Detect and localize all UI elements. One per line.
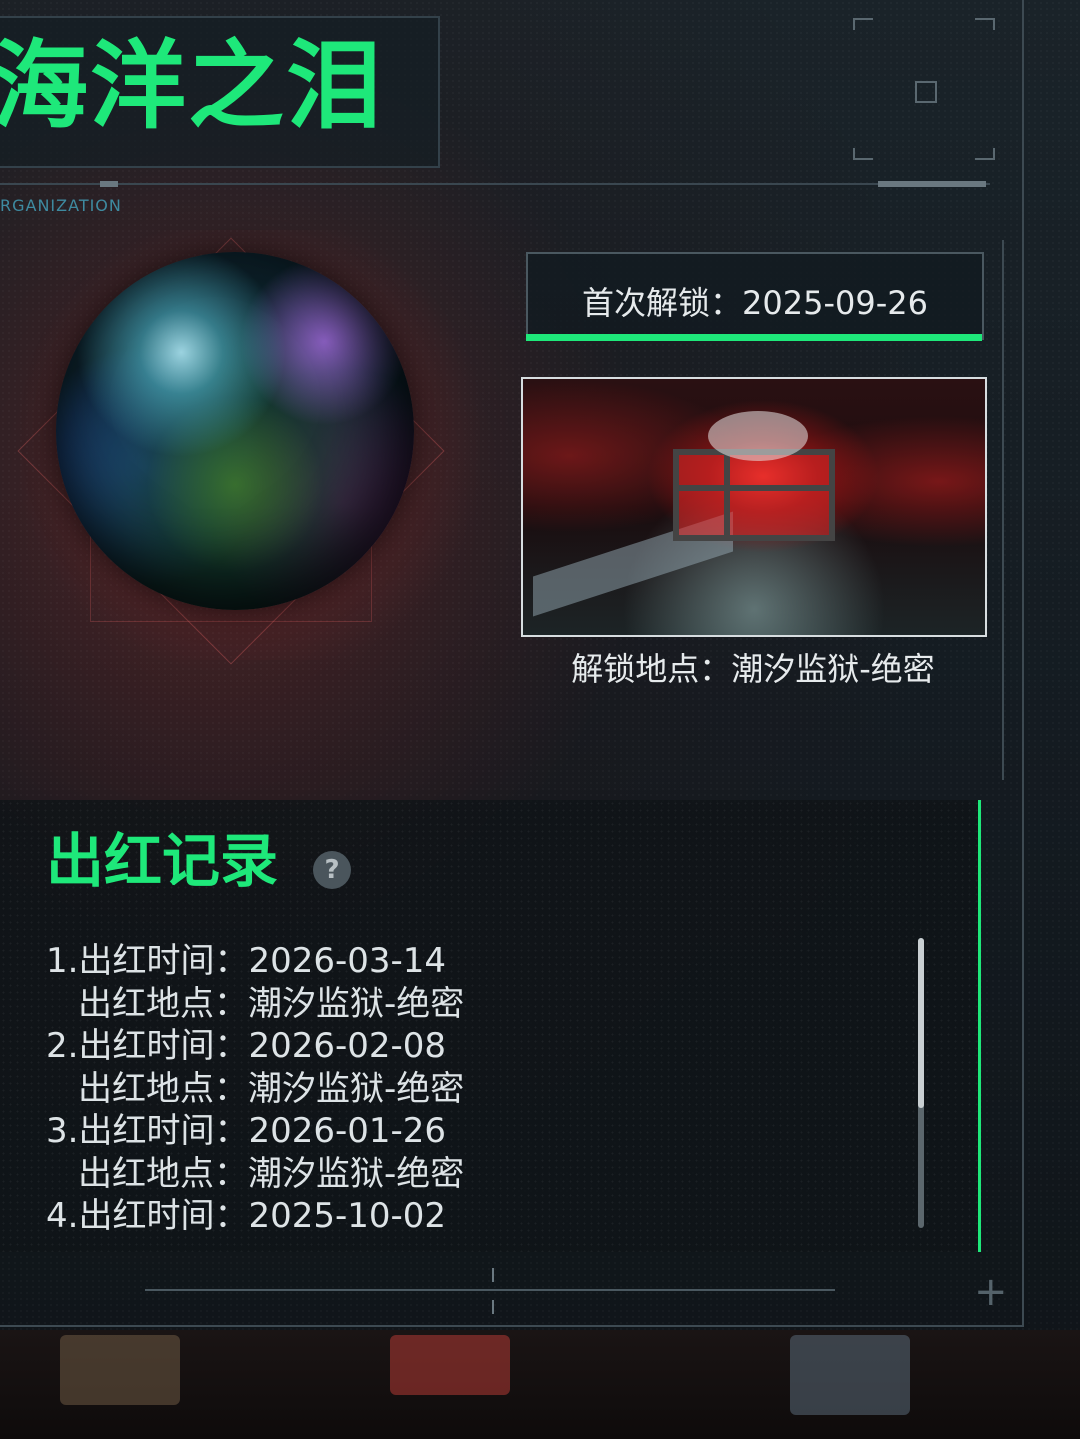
record-location: 出红地点：潮汐监狱-绝密 (78, 983, 465, 1024)
background-item-shelf (0, 1330, 1080, 1439)
scene-smoke (708, 411, 808, 461)
record-scrollbar[interactable] (918, 938, 924, 1228)
corner-bracket (853, 18, 873, 30)
bottom-tick (492, 1268, 494, 1282)
unlock-location-image[interactable] (521, 377, 987, 637)
target-square (915, 81, 937, 103)
scrollbar-thumb[interactable] (918, 938, 924, 1108)
help-icon[interactable]: ? (313, 851, 351, 889)
organization-label: RGANIZATION (0, 196, 122, 215)
record-location: 出红地点：潮汐监狱-绝密 (78, 1153, 465, 1194)
shelf-item-laptop (790, 1335, 910, 1415)
first-unlock-underline (526, 334, 982, 341)
scene-red-cage (673, 449, 835, 541)
record-time: 3.出红时间：2026-01-26 (46, 1111, 447, 1151)
right-frame (990, 240, 1004, 780)
record-location: 出红地点：潮汐监狱-绝密 (78, 1068, 465, 1109)
bottom-divider (145, 1289, 835, 1291)
item-title: 海洋之泪 (0, 30, 384, 142)
unlock-location-caption: 解锁地点：潮汐监狱-绝密 (571, 650, 935, 688)
corner-bracket (975, 148, 995, 160)
record-list: 1.出红时间：2026-03-14 出红地点：潮汐监狱-绝密 2.出红时间：2026… (46, 940, 464, 1238)
record-time: 2.出红时间：2026-02-08 (46, 1026, 447, 1066)
top-divider (0, 181, 990, 187)
record-time: 1.出红时间：2026-03-14 (46, 941, 447, 981)
corner-bracket (975, 18, 995, 30)
title-box: 海洋之泪 (0, 16, 440, 168)
corner-bracket (853, 148, 873, 160)
first-unlock-box: 首次解锁：2025-09-26 (526, 252, 984, 340)
record-title: 出红记录 (46, 827, 279, 895)
first-unlock-text: 首次解锁：2025-09-26 (582, 284, 928, 322)
shelf-item-medkit (390, 1335, 510, 1395)
plus-icon: + (974, 1269, 1008, 1315)
record-time: 4.出红时间：2025-10-02 (46, 1196, 447, 1236)
item-image-orb (56, 252, 414, 610)
bottom-tick (492, 1300, 494, 1314)
shelf-item-chessboard (60, 1335, 180, 1405)
